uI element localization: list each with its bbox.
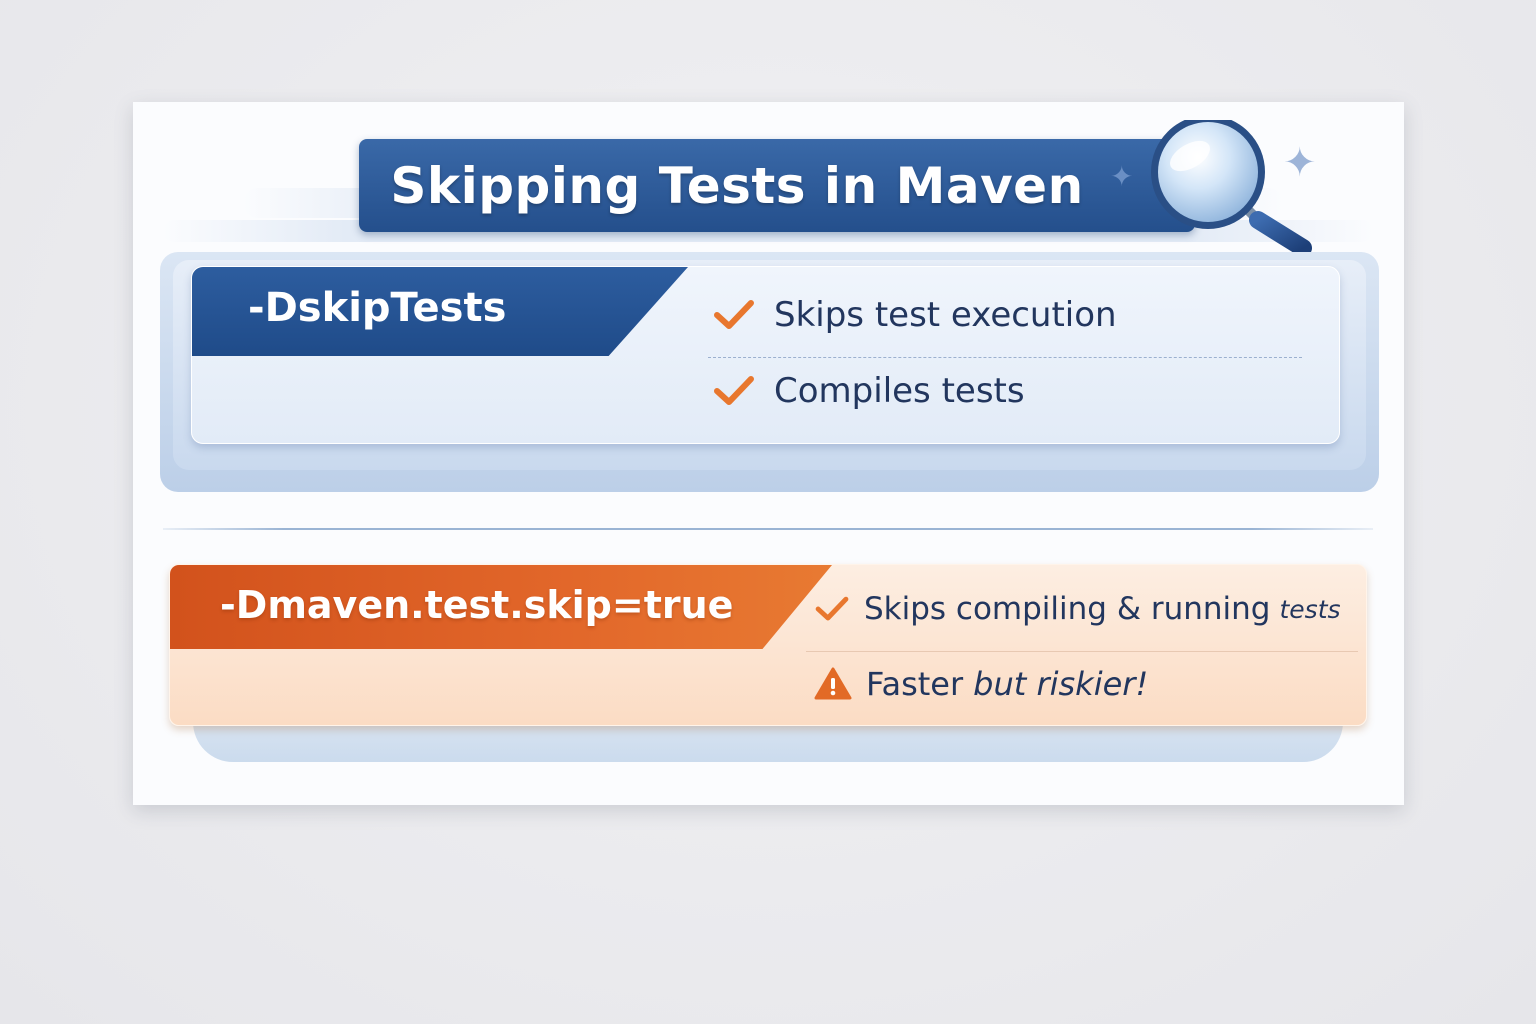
option-card-skiptests: -DskipTests Skips test execution Compile… bbox=[191, 266, 1340, 444]
checkmark-icon bbox=[714, 376, 754, 405]
list-item: Skips compiling & running tests bbox=[814, 591, 1341, 627]
warning-triangle-icon bbox=[814, 667, 852, 700]
title-banner: Skipping Tests in Maven bbox=[359, 139, 1195, 232]
magnifying-glass-icon bbox=[1151, 120, 1312, 257]
infographic-card: Skipping Tests in Maven ✦ ✦ -DskipTests … bbox=[133, 102, 1404, 805]
list-item-text: Skips compiling & running bbox=[864, 591, 1271, 627]
list-item: Skips test execution bbox=[712, 295, 1117, 335]
checkmark-icon bbox=[714, 300, 754, 329]
list-item: Compiles tests bbox=[712, 371, 1025, 411]
list-item: Faster but riskier! bbox=[814, 665, 1148, 703]
option-flag: -DskipTests bbox=[248, 284, 507, 331]
divider bbox=[708, 357, 1302, 358]
page-title: Skipping Tests in Maven bbox=[390, 156, 1084, 215]
option-flag-tab: -Dmaven.test.skip=true bbox=[170, 565, 832, 649]
list-item-text: Compiles tests bbox=[774, 371, 1025, 411]
divider bbox=[806, 651, 1358, 652]
checkmark-icon bbox=[815, 596, 849, 621]
page-background: Skipping Tests in Maven ✦ ✦ -DskipTests … bbox=[0, 0, 1536, 1024]
list-item-text: Faster bbox=[866, 665, 964, 703]
list-item-text: Skips test execution bbox=[774, 295, 1117, 335]
option-flag: -Dmaven.test.skip=true bbox=[220, 583, 734, 627]
option-flag-tab: -DskipTests bbox=[192, 267, 688, 356]
option-card-maven-test-skip: -Dmaven.test.skip=true Skips compiling &… bbox=[169, 564, 1367, 726]
section-separator bbox=[163, 528, 1373, 530]
list-item-text-suffix: but riskier! bbox=[973, 665, 1149, 703]
list-item-text-suffix: tests bbox=[1279, 594, 1341, 624]
sparkle-icon: ✦ bbox=[1110, 160, 1134, 193]
